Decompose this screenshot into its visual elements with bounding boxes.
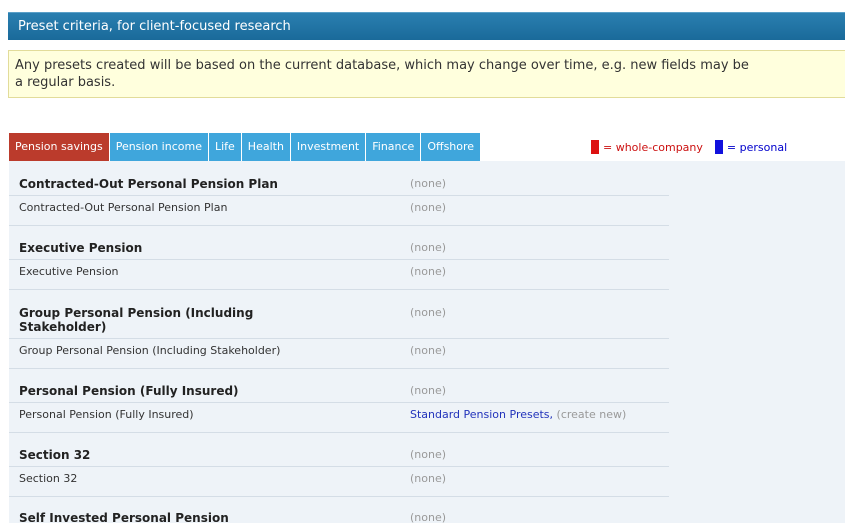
preset-value: Standard Pension Presets, (create new): [410, 408, 626, 421]
preset-value: (none): [410, 177, 447, 190]
product-heading-row: Executive Pension (none): [9, 237, 669, 260]
product-heading-row: Personal Pension (Fully Insured) (none): [9, 380, 669, 403]
page-title: Preset criteria, for client-focused rese…: [8, 12, 845, 40]
product-heading-row: Self Invested Personal Pension (none): [9, 507, 669, 523]
product-row: Group Personal Pension (Including Stakeh…: [9, 339, 669, 369]
product-name: Executive Pension: [19, 265, 119, 278]
preset-value: (none): [410, 472, 447, 485]
notice-line-1: Any presets created will be based on the…: [15, 58, 749, 73]
product-heading: Self Invested Personal Pension: [19, 511, 229, 523]
preset-value: (none): [410, 201, 447, 214]
preset-value: (none): [410, 448, 447, 461]
whole-company-label: = whole-company: [603, 140, 703, 154]
product-heading-row: Contracted-Out Personal Pension Plan (no…: [9, 173, 669, 196]
create-new-link[interactable]: (create new): [557, 408, 627, 421]
preset-value: (none): [410, 511, 447, 523]
preset-value: (none): [410, 265, 447, 278]
page: Preset criteria, for client-focused rese…: [0, 0, 845, 523]
preset-value: (none): [410, 344, 447, 357]
product-row: Contracted-Out Personal Pension Plan (no…: [9, 196, 669, 226]
preset-value: (none): [410, 241, 447, 254]
product-heading-row: Section 32 (none): [9, 444, 669, 467]
product-row: Personal Pension (Fully Insured) Standar…: [9, 403, 669, 433]
product-heading: Executive Pension: [19, 241, 143, 255]
tab-investment[interactable]: Investment: [290, 133, 367, 161]
product-name: Personal Pension (Fully Insured): [19, 408, 194, 421]
product-heading: Section 32: [19, 448, 91, 462]
notice-box: Any presets created will be based on the…: [8, 50, 845, 98]
product-heading: Contracted-Out Personal Pension Plan: [19, 177, 278, 191]
product-name: Contracted-Out Personal Pension Plan: [19, 201, 228, 214]
preset-value: (none): [410, 306, 447, 319]
notice-line-2: a regular basis.: [15, 75, 116, 90]
product-heading: Personal Pension (Fully Insured): [19, 384, 239, 398]
tab-offshore[interactable]: Offshore: [421, 133, 482, 161]
product-name: Section 32: [19, 472, 78, 485]
preset-value: (none): [410, 384, 447, 397]
preset-panel: Contracted-Out Personal Pension Plan (no…: [9, 161, 845, 523]
product-row: Section 32 (none): [9, 467, 669, 497]
standard-pension-presets-link[interactable]: Standard Pension Presets,: [410, 408, 553, 421]
tab-health[interactable]: Health: [241, 133, 291, 161]
tab-finance[interactable]: Finance: [366, 133, 422, 161]
category-tabs: Pension savings Pension income Life Heal…: [9, 133, 482, 161]
personal-label: = personal: [726, 140, 788, 154]
personal-swatch: [714, 140, 723, 154]
tab-pension-income[interactable]: Pension income: [109, 133, 209, 161]
product-heading: Group Personal Pension (Including Stakeh…: [19, 306, 254, 334]
product-name: Group Personal Pension (Including Stakeh…: [19, 344, 281, 357]
tab-pension-savings[interactable]: Pension savings: [9, 133, 110, 161]
product-row: Executive Pension (none): [9, 260, 669, 290]
legend: = whole-company = personal: [591, 139, 787, 155]
tab-life[interactable]: Life: [208, 133, 242, 161]
product-heading-row: Group Personal Pension (Including Stakeh…: [9, 301, 669, 339]
whole-company-swatch: [591, 140, 599, 154]
